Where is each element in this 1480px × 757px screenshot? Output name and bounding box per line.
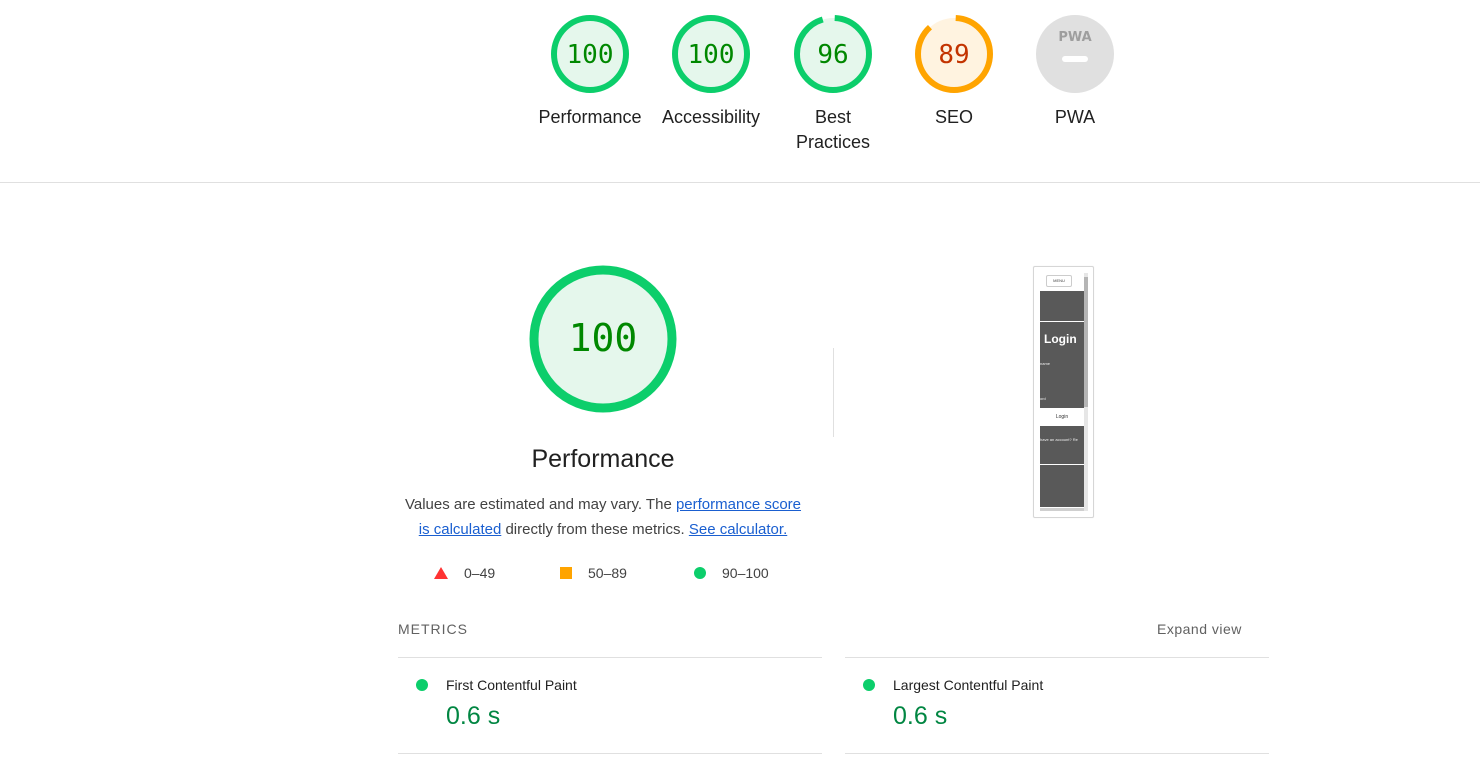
- gauge-pwa[interactable]: PWA PWA: [1020, 13, 1130, 130]
- metric-divider: [398, 753, 822, 754]
- performance-score: 100: [569, 316, 638, 360]
- gauge-ring-accessibility: 100: [672, 15, 750, 93]
- legend-average: 50–89: [560, 565, 627, 581]
- metric-value: 0.6 s: [893, 702, 948, 730]
- thumb-hscrollbar: [1040, 508, 1084, 511]
- gauge-seo[interactable]: 89 SEO: [899, 13, 1009, 130]
- pwa-badge-text: PWA: [1058, 30, 1091, 45]
- metric-value: 0.6 s: [446, 702, 501, 730]
- description-text-middle: directly from these metrics.: [501, 521, 689, 538]
- legend-fail: 0–49: [434, 565, 495, 581]
- gauge-ring-best-practices: 96: [794, 15, 872, 93]
- gauge-label: PWA: [1054, 107, 1096, 127]
- metric-name: First Contentful Paint: [446, 677, 577, 693]
- performance-gauge-ring: 100: [529, 265, 677, 413]
- pass-circle-icon: [863, 679, 875, 691]
- description-text: Values are estimated and may vary. The: [404, 496, 676, 513]
- metric-divider: [398, 657, 822, 658]
- triangle-icon: [434, 567, 448, 579]
- thumb-scrollbar-thumb: [1084, 277, 1088, 407]
- legend-range: 0–49: [464, 565, 496, 581]
- thumb-dark-block: [1040, 291, 1084, 321]
- metrics-heading: METRICS: [398, 621, 468, 637]
- see-calculator-link[interactable]: See calculator.: [689, 521, 787, 538]
- gauge-label-line2: Practices: [795, 132, 871, 152]
- gauge-ring-seo: 89: [915, 15, 993, 93]
- header-divider: [0, 182, 1480, 183]
- metric-name: Largest Contentful Paint: [893, 677, 1044, 693]
- thumb-footer-text: have an account? Re: [1040, 437, 1078, 442]
- thumb-menu-button: MENU: [1046, 275, 1072, 287]
- pwa-badge-icon: PWA: [1036, 15, 1114, 93]
- thumb-login-heading: Login: [1044, 332, 1077, 346]
- thumb-dark-block: [1040, 465, 1084, 507]
- performance-score-gauge: 100: [527, 263, 679, 420]
- square-icon: [560, 567, 572, 579]
- gauge-score: 96: [817, 40, 848, 70]
- final-screenshot[interactable]: MENU Login name ord Login have an accoun…: [1033, 266, 1094, 518]
- pwa-dash-icon: [1062, 56, 1088, 62]
- gauge-performance[interactable]: 100 Performance: [535, 13, 645, 130]
- thumb-field-label: name: [1040, 361, 1051, 366]
- gauge-best-practices[interactable]: 96 Best Practices: [778, 13, 888, 155]
- pass-circle-icon: [416, 679, 428, 691]
- metric-divider: [845, 753, 1269, 754]
- gauge-label: Performance: [538, 107, 642, 127]
- legend-range: 50–89: [588, 565, 627, 581]
- gauge-ring-performance: 100: [551, 15, 629, 93]
- gauge-score: 100: [688, 40, 735, 70]
- gauge-score: 89: [938, 40, 969, 70]
- gauge-accessibility[interactable]: 100 Accessibility: [656, 13, 766, 130]
- legend-range: 90–100: [722, 565, 769, 581]
- gauge-label: Accessibility: [661, 107, 761, 127]
- gauge-score: 100: [567, 40, 614, 70]
- thumb-login-button: Login: [1040, 409, 1084, 425]
- thumb-field-label: ord: [1040, 396, 1046, 401]
- thumb-dark-block: [1040, 426, 1084, 464]
- legend-pass: 90–100: [694, 565, 769, 581]
- gauge-label: SEO: [934, 107, 973, 127]
- section-divider: [833, 348, 834, 437]
- gauge-label-line1: Best: [814, 107, 852, 127]
- performance-description: Values are estimated and may vary. The p…: [398, 492, 808, 542]
- metric-divider: [845, 657, 1269, 658]
- expand-view-toggle[interactable]: Expand view: [1157, 621, 1242, 637]
- performance-title: Performance: [531, 445, 675, 473]
- circle-icon: [694, 567, 706, 579]
